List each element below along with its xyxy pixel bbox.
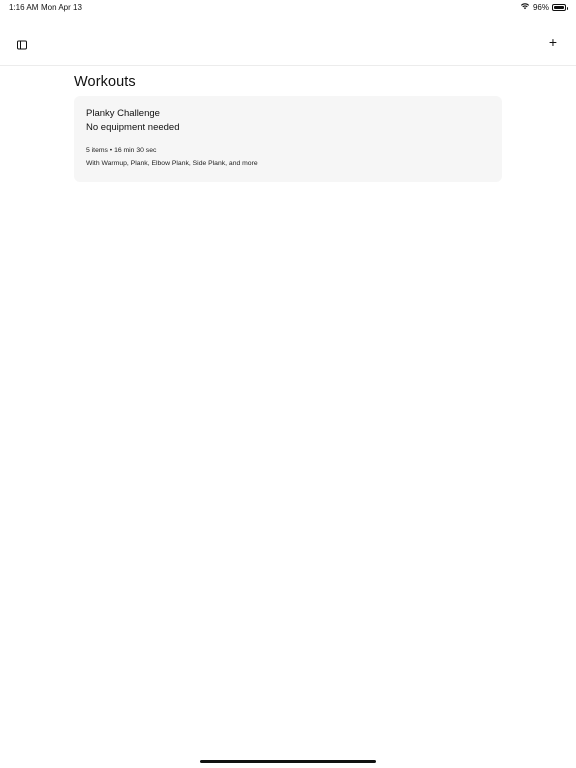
status-bar: 1:16 AM Mon Apr 13 96% <box>0 0 576 14</box>
workout-items-summary: With Warmup, Plank, Elbow Plank, Side Pl… <box>86 160 258 167</box>
workout-subtitle: No equipment needed <box>86 122 180 133</box>
page-title: Workouts <box>74 74 136 90</box>
workout-meta: 5 items • 16 min 30 sec <box>86 147 157 154</box>
add-workout-button[interactable]: + <box>546 34 560 50</box>
battery-percent: 96% <box>532 2 549 12</box>
battery-cap <box>566 6 568 10</box>
status-indicators: 96% <box>520 2 568 12</box>
status-time: 1:16 AM <box>9 3 39 12</box>
status-date: Mon Apr 13 <box>41 3 82 12</box>
home-indicator <box>200 760 376 763</box>
battery-icon <box>552 3 568 11</box>
workout-title: Planky Challenge <box>86 108 160 119</box>
navigation-bar: + <box>0 14 576 66</box>
main-content: Workouts Planky Challenge No equipment n… <box>74 74 502 182</box>
battery-fill <box>554 5 564 9</box>
wifi-icon <box>520 2 530 12</box>
workout-card[interactable]: Planky Challenge No equipment needed 5 i… <box>74 96 502 182</box>
sidebar-toggle-icon[interactable] <box>16 38 28 50</box>
